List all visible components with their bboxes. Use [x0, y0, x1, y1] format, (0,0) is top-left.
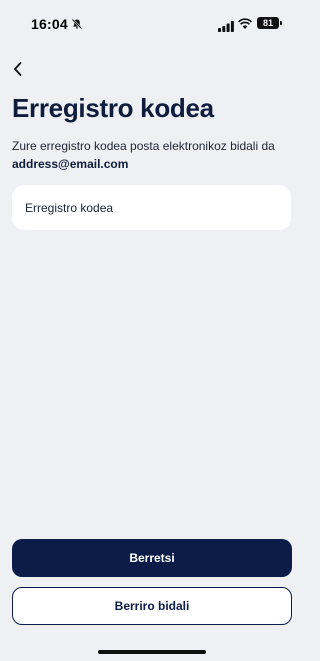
- registration-code-screen: 16:04 81 Erregistro kodea Zure erregistr…: [0, 0, 305, 661]
- code-input-container: [12, 185, 291, 230]
- status-time: 16:04: [31, 16, 68, 32]
- page-title: Erregistro kodea: [12, 93, 214, 123]
- back-button[interactable]: [8, 58, 30, 80]
- battery-level: 81: [257, 17, 279, 29]
- cellular-signal-icon: [218, 19, 234, 32]
- registration-code-input[interactable]: [25, 185, 280, 230]
- confirm-button[interactable]: Berretsi: [12, 539, 292, 577]
- wifi-icon: [238, 17, 252, 29]
- bell-slash-icon: [71, 17, 83, 30]
- battery-icon: [280, 21, 282, 25]
- status-bar: 16:04 81: [0, 0, 305, 44]
- home-indicator: [98, 650, 206, 654]
- description-text: Zure erregistro kodea posta elektronikoz…: [12, 139, 275, 153]
- email-address: address@email.com: [12, 157, 129, 171]
- chevron-left-icon: [8, 62, 30, 84]
- resend-button[interactable]: Berriro bidali: [12, 587, 292, 625]
